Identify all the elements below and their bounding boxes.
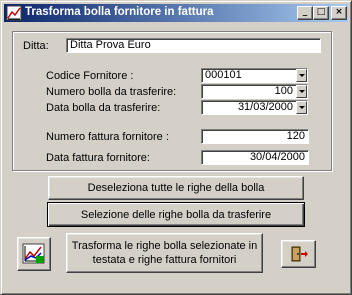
numero-bolla-label: Numero bolla da trasferire: xyxy=(46,86,177,98)
chart-edit-button[interactable] xyxy=(17,237,51,271)
selezione-button[interactable]: Selezione delle righe bolla da trasferir… xyxy=(47,202,305,227)
maximize-button[interactable]: □ xyxy=(313,6,329,20)
deseleziona-button-label: Deseleziona tutte le righe della bolla xyxy=(87,182,265,194)
ditta-field[interactable]: Ditta Prova Euro xyxy=(66,38,321,53)
data-fattura-label: Data fattura fornitore: xyxy=(46,152,150,164)
trasforma-button-label: Trasforma le righe bolla selezionate in … xyxy=(72,239,257,267)
selezione-button-label: Selezione delle righe bolla da trasferir… xyxy=(80,208,272,221)
codice-fornitore-value: 000101 xyxy=(205,69,242,81)
codice-fornitore-dropdown[interactable]: 000101 xyxy=(201,68,308,83)
minimize-button[interactable]: _ xyxy=(297,6,313,20)
numero-bolla-dropdown[interactable]: 100 xyxy=(201,84,308,99)
numero-fattura-field[interactable]: 120 xyxy=(201,129,309,144)
chevron-down-icon[interactable] xyxy=(296,101,307,114)
chevron-down-icon[interactable] xyxy=(296,85,307,98)
close-button[interactable]: × xyxy=(331,6,347,20)
numero-fattura-value: 120 xyxy=(286,130,305,142)
trasforma-button[interactable]: Trasforma le righe bolla selezionate in … xyxy=(66,233,263,273)
ditta-value: Ditta Prova Euro xyxy=(70,39,151,51)
trasforma-line1: Trasforma le righe bolla selezionate in xyxy=(71,240,258,252)
data-bolla-dropdown[interactable]: 31/03/2000 xyxy=(201,100,308,115)
ditta-label: Ditta: xyxy=(23,40,49,52)
window-title: Trasforma bolla fornitore in fattura xyxy=(25,6,214,18)
exit-door-icon xyxy=(291,246,308,262)
codice-fornitore-label: Codice Fornitore : xyxy=(46,70,134,82)
main-window: Trasforma bolla fornitore in fattura _ □… xyxy=(0,0,352,295)
numero-fattura-label: Numero fattura fornitore : xyxy=(46,131,169,143)
trasforma-line2: testata e righe fattura fornitori xyxy=(92,254,237,266)
data-fattura-value: 30/04/2000 xyxy=(249,151,305,163)
data-fattura-field[interactable]: 30/04/2000 xyxy=(201,150,309,165)
deseleziona-button[interactable]: Deseleziona tutte le righe della bolla xyxy=(48,176,304,200)
chart-edit-icon xyxy=(22,243,45,264)
exit-button[interactable] xyxy=(281,240,316,268)
app-chart-icon xyxy=(6,5,22,21)
data-bolla-value: 31/03/2000 xyxy=(237,101,293,113)
title-bar[interactable]: Trasforma bolla fornitore in fattura _ □… xyxy=(4,4,348,22)
data-bolla-label: Data bolla da trasferire: xyxy=(46,102,161,114)
numero-bolla-value: 100 xyxy=(274,85,293,97)
chevron-down-icon[interactable] xyxy=(296,69,307,82)
